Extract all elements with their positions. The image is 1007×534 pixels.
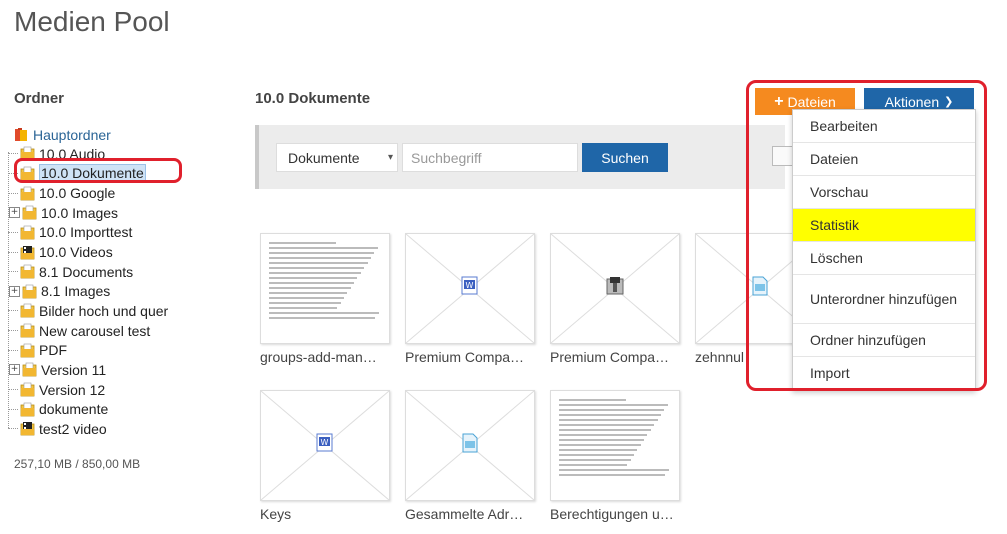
tree-item-label: PDF [39,342,67,359]
tree-item[interactable]: Version 12 [8,380,234,400]
annotation-highlight-folder [14,158,182,183]
tree-branch-line [8,408,18,410]
tree-item-label: Version 12 [39,381,106,398]
tree-branch-line [8,349,18,351]
file-name: Keys [260,506,292,522]
tree-item-label: 10.0 Images [41,204,119,221]
file-thumbnail [550,233,680,344]
folder-doc-icon [22,362,37,377]
tree-item[interactable]: +10.0 Images [9,203,234,223]
file-name: Gesammelte Adr… [405,506,524,522]
tree-item-label: dokumente [39,401,109,418]
tree-item[interactable]: 8.1 Documents [8,262,234,282]
chevron-down-icon: ▾ [387,152,393,163]
file-name: Berechtigungen u… [550,506,674,522]
tree-branch-line [8,330,18,332]
tree-root-hauptordner[interactable]: Hauptordner [14,125,234,144]
file-tile[interactable]: Premium Compa… [550,233,680,365]
tree-item-label: 10.0 Google [39,185,116,202]
folder-doc-icon [20,225,35,240]
folder-doc-icon [20,402,35,417]
tree-item-label: Version 11 [41,361,107,378]
file-thumbnail [260,233,390,344]
file-thumbnail [550,390,680,501]
expand-icon[interactable]: + [9,364,20,376]
tree-branch-line [8,428,18,430]
folder-doc-icon [20,264,35,279]
folder-doc-icon [20,323,35,338]
file-type-select[interactable]: Dokumente ▾ [276,143,398,172]
file-name: Premium Compa… [550,349,670,365]
folder-doc-icon [20,303,35,318]
file-tile[interactable]: W Premium Compa… [405,233,535,365]
search-input[interactable] [402,143,578,172]
tree-item[interactable]: 10.0 Videos [8,242,234,262]
folder-video-icon [20,245,35,260]
tree-item[interactable]: Bilder hoch und quer [8,301,234,321]
folder-doc-icon [22,284,37,299]
tree-item[interactable]: test2 video [8,419,234,439]
folder-doc-icon [20,186,35,201]
tree-branch-line [8,231,18,233]
tree-item[interactable]: PDF [8,340,234,360]
tree-item-label: 10.0 Importtest [39,224,133,241]
folder-video-icon [20,421,35,436]
tree-item[interactable]: 10.0 Google [8,183,234,203]
document-preview [269,242,381,322]
svg-text:W: W [321,438,329,447]
tree-item-label: test2 video [39,420,107,437]
folder-doc-icon [20,343,35,358]
tree-item-label: 10.0 Videos [39,244,113,261]
file-thumbnail: W [405,233,535,344]
content-heading: 10.0 Dokumente [255,90,371,107]
archive-file-icon [605,276,625,301]
expand-icon[interactable]: + [9,285,20,297]
tree-item[interactable]: dokumente [8,399,234,419]
file-thumbnail [405,390,535,501]
file-name: Premium Compa… [405,349,525,365]
file-tile[interactable]: Berechtigungen u… [550,390,680,522]
file-type-select-value: Dokumente [288,150,360,166]
annotation-highlight-menu [746,80,987,391]
tree-item-label: 8.1 Images [41,283,111,300]
tree-branch-line [8,153,18,155]
search-button[interactable]: Suchen [582,143,668,172]
page-title: Medien Pool [14,6,170,37]
tree-item[interactable]: + Version 11 [9,360,234,380]
tree-item-label: 8.1 Documents [39,263,134,280]
tree-item-label: Bilder hoch und quer [39,302,169,319]
word-file-icon: W [460,276,480,301]
file-tile[interactable]: groups-add-man… [260,233,390,365]
tree-item[interactable]: New carousel test [8,321,234,341]
file-thumbnail: W [260,390,390,501]
tree-branch-line [8,251,18,253]
tree-branch-line [8,271,18,273]
document-preview [559,399,671,479]
root-folder-icon [14,127,29,142]
file-tile[interactable]: Gesammelte Adr… [405,390,535,522]
tree-branch-line [8,192,18,194]
folders-heading: Ordner [14,90,65,107]
word-file-icon: W [315,433,335,458]
tree-branch-line [8,389,18,390]
tree-item[interactable]: +8.1 Images [9,281,234,301]
folder-doc-icon [22,205,37,220]
expand-icon[interactable]: + [9,207,20,219]
file-name: groups-add-man… [260,349,377,365]
generic-file-icon [460,433,480,458]
svg-text:W: W [466,281,474,290]
folder-doc-icon [20,382,35,397]
tree-item-label: New carousel test [39,322,151,339]
tree-item[interactable]: 10.0 Importtest [8,223,234,243]
file-tile[interactable]: W Keys [260,390,390,522]
storage-quota: 257,10 MB / 850,00 MB [14,457,141,471]
tree-root-label: Hauptordner [33,126,111,143]
tree-branch-line [8,310,18,312]
